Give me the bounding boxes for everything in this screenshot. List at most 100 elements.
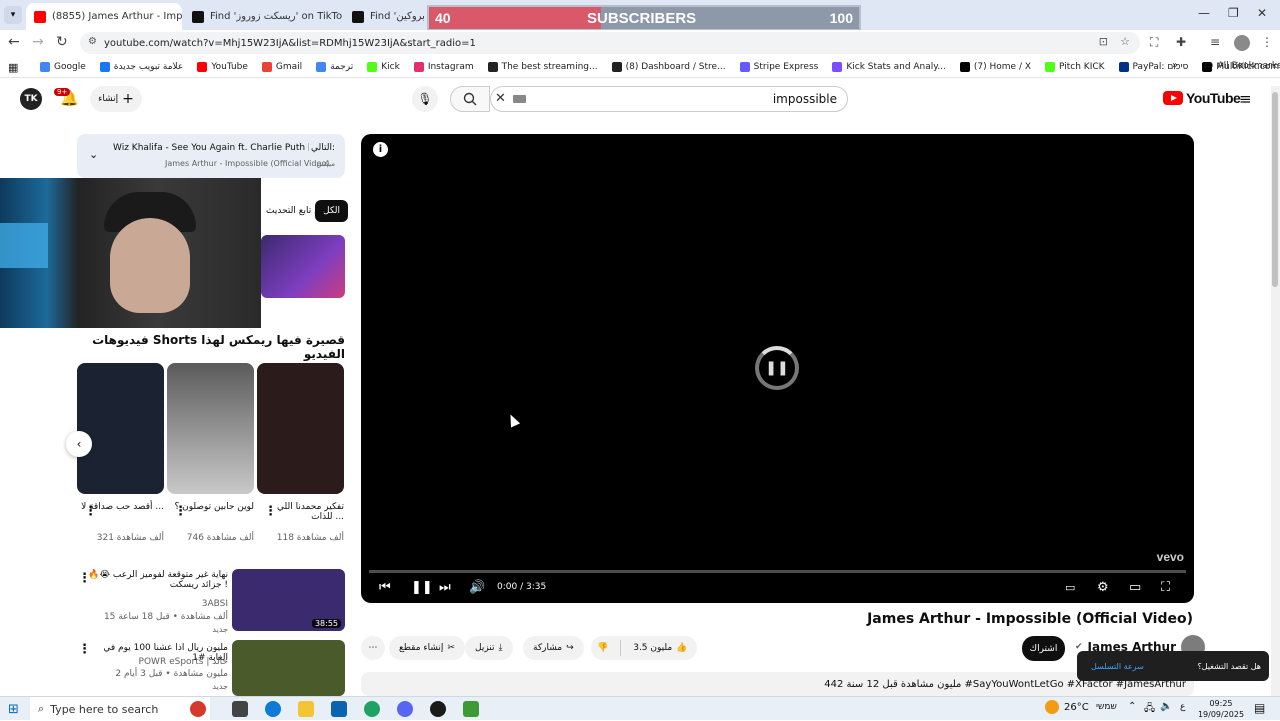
fullscreen-icon[interactable]: ⛶ <box>1161 580 1170 595</box>
video-channel[interactable]: 3ABSI <box>88 599 228 609</box>
taskbar-search[interactable]: ⌕ Type here to search <box>30 697 210 721</box>
weather-temp[interactable]: 26°C <box>1064 702 1089 713</box>
bookmark-item[interactable]: Pitch KICK <box>1045 61 1105 72</box>
volume-icon[interactable]: 🔊 <box>469 580 485 595</box>
share-button[interactable]: مشاركة ↪ <box>523 636 584 660</box>
subtitles-icon[interactable]: ▭ <box>1065 581 1075 594</box>
profile-avatar[interactable] <box>1234 35 1250 51</box>
bookmark-item[interactable]: Kick <box>367 61 400 72</box>
video-title[interactable]: نهاية غير متوقعة لفوميز الرعب 😭🔥 ! جزائد… <box>88 570 228 590</box>
bookmark-item[interactable]: (7) Home / X <box>959 61 1031 72</box>
keyboard-icon[interactable] <box>513 95 526 103</box>
hamburger-menu-icon[interactable]: ≡ <box>1239 90 1252 108</box>
bookmark-item[interactable]: Stripe Express <box>739 61 818 72</box>
speaker-icon[interactable]: 🔈 <box>1160 701 1172 712</box>
chevron-left-icon[interactable]: ‹ <box>66 431 92 457</box>
description-box[interactable]: 442 مليون مشاهدة قبل 12 سنة #SayYouWontL… <box>361 672 1194 696</box>
download-button[interactable]: تنزيل ⤓ <box>465 636 513 660</box>
language-indicator[interactable]: ع <box>1180 702 1185 712</box>
tab-youtube[interactable]: (8855) James Arthur - Impossib ✕ <box>26 3 182 30</box>
bookmark-item[interactable]: Kick Stats and Analy... <box>832 61 946 72</box>
apps-icon[interactable]: ▦ <box>8 61 18 74</box>
short-thumbnail[interactable] <box>257 363 344 494</box>
minimize-icon[interactable]: — <box>1198 6 1210 20</box>
youtube-logo[interactable]: YouTube <box>1163 90 1241 106</box>
video-thumbnail[interactable] <box>232 640 345 696</box>
previous-icon[interactable]: ⏮ <box>379 580 391 595</box>
bookmark-star-icon[interactable]: ☆ <box>1120 35 1130 48</box>
bookmark-item[interactable]: The best streaming... <box>487 61 598 72</box>
tab-tiktok-2[interactable]: Find 'باسيه بروكين' <box>344 3 428 30</box>
puzzle-icon[interactable]: ✚ <box>1176 35 1186 49</box>
chip-from-source[interactable]: من تابع التحديث <box>258 200 334 222</box>
info-icon[interactable]: i <box>373 142 388 157</box>
tab-search-icon[interactable]: ▾ <box>4 6 22 24</box>
search-button[interactable] <box>450 86 490 112</box>
more-actions-button[interactable]: ⋯ <box>361 636 385 660</box>
restore-icon[interactable]: ❐ <box>1228 6 1239 20</box>
site-info-icon[interactable]: ⚙ <box>88 36 97 47</box>
chevron-down-icon[interactable]: ⌄ <box>89 148 98 161</box>
theater-mode-icon[interactable]: ▭ <box>1129 580 1141 595</box>
install-icon[interactable]: ⊡ <box>1099 35 1108 48</box>
notification-center-icon[interactable]: ▤ <box>1254 701 1265 715</box>
address-bar[interactable]: ⚙ youtube.com/watch?v=Mhj15W23IjA&list=R… <box>80 32 1140 54</box>
menu-icon[interactable]: ⋮ <box>1261 35 1273 49</box>
short-thumbnail[interactable] <box>167 363 254 494</box>
bookmark-item[interactable]: (8) Dashboard / Stre... <box>611 61 726 72</box>
reload-icon[interactable]: ↻ <box>56 34 68 50</box>
video-player[interactable]: i ❚❚ vevo ⏮ ❚❚ ⏭ 🔊 0:00 / 3:35 ▭ ⚙ ▭ ⛶ <box>361 134 1194 603</box>
settings-icon[interactable]: ⚙ <box>1097 580 1109 595</box>
video-thumbnail[interactable]: 38:55 <box>232 569 345 631</box>
windows-start-icon[interactable]: ⊞ <box>8 702 19 717</box>
avatar[interactable]: TK <box>20 88 42 110</box>
video-channel[interactable]: POWR eSports | خالد <box>88 657 228 667</box>
bookmark-item[interactable]: Gmail <box>261 61 302 72</box>
file-explorer-icon[interactable] <box>298 701 314 717</box>
taskbar-clock[interactable]: 09:25 19/09/2025 <box>1196 698 1246 720</box>
tab-tiktok-1[interactable]: Find 'ريسكت زوروز' on TikTok | <box>184 3 342 30</box>
edge-icon[interactable] <box>265 701 281 717</box>
extension-icon[interactable]: ⛶ <box>1150 35 1158 50</box>
close-window-icon[interactable]: ✕ <box>1257 6 1267 20</box>
like-dislike-group: 👎 3.5 مليون 👍 <box>591 636 697 660</box>
pause-icon[interactable]: ❚❚ <box>411 580 433 595</box>
chevron-right-icon[interactable]: » <box>1172 60 1178 71</box>
media-icon[interactable]: ≡ <box>1210 35 1220 49</box>
discord-icon[interactable] <box>397 701 413 717</box>
back-icon[interactable]: ← <box>8 34 20 50</box>
all-bookmarks[interactable]: ▭ All Bookmarks <box>1204 60 1280 71</box>
short-thumbnail[interactable] <box>77 363 164 494</box>
next-icon[interactable]: ⏭ <box>439 580 451 595</box>
task-view-icon[interactable] <box>232 701 248 717</box>
clear-search-icon[interactable]: ✕ <box>495 91 506 106</box>
bookmark-item[interactable]: YouTube <box>197 61 248 72</box>
search-input[interactable]: ✕ impossible <box>490 86 848 112</box>
scrollbar-thumb[interactable] <box>1272 92 1278 287</box>
forward-icon[interactable]: → <box>32 34 44 50</box>
clip-button[interactable]: إنشاء مقطع ✂ <box>389 636 465 660</box>
voice-search-button[interactable]: 🎙 <box>412 86 438 112</box>
toast-link[interactable]: سرعة التسلسل <box>1091 662 1144 671</box>
more-horizontal-icon: ⋯ <box>368 643 378 653</box>
like-icon[interactable]: 👍 <box>676 643 687 653</box>
bookmark-item[interactable]: Instagram <box>413 61 474 72</box>
tiktok-icon <box>192 10 204 23</box>
chevron-up-icon[interactable]: ⌃ <box>1128 701 1136 712</box>
obs-icon[interactable] <box>430 701 446 717</box>
app-icon[interactable] <box>463 701 479 717</box>
progress-bar[interactable] <box>369 570 1186 573</box>
network-icon[interactable]: 🖧 <box>1144 701 1155 718</box>
video-thumbnail[interactable] <box>261 235 345 298</box>
dashboard-icon <box>611 61 622 72</box>
playlist-panel[interactable]: ⌄ التالي: Wiz Khalifa - See You Again ft… <box>77 134 345 178</box>
create-button[interactable]: إنشاء + <box>90 86 142 112</box>
bookmark-item[interactable]: ترجمة <box>316 61 353 72</box>
dislike-icon[interactable]: 👎 <box>597 643 608 653</box>
chrome-icon[interactable] <box>364 701 380 717</box>
bookmark-item[interactable]: علامة تبويب جديدة <box>99 61 183 72</box>
mail-icon[interactable] <box>331 701 347 717</box>
bookmark-item[interactable]: Google <box>40 61 86 72</box>
subscribe-button[interactable]: اشتراك <box>1022 636 1065 661</box>
subscriber-goal: 100 <box>829 10 853 26</box>
